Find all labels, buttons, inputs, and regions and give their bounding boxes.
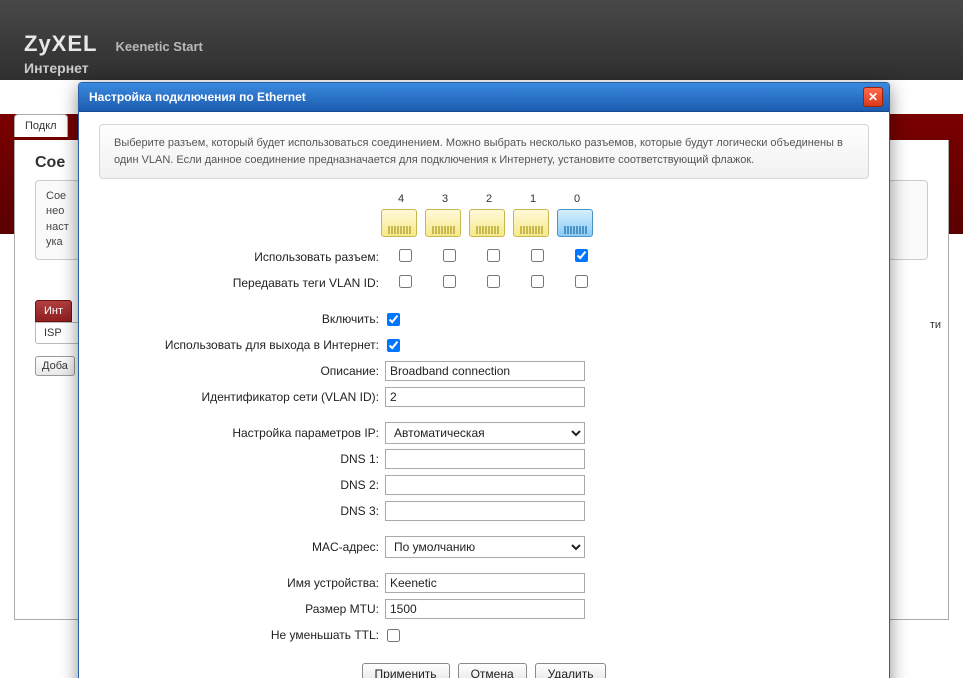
use-port-checkbox-port-0[interactable]	[575, 249, 588, 262]
vlan-tag-checkbox-port-1[interactable]	[531, 275, 544, 288]
bg-add-button[interactable]: Доба	[35, 356, 75, 376]
ethernet-port-icon	[513, 209, 549, 237]
port-4[interactable]: 4	[381, 193, 421, 237]
apply-button[interactable]: Применить	[362, 663, 450, 678]
use-port-checkbox-port-3[interactable]	[443, 249, 456, 262]
ethernet-port-icon	[469, 209, 505, 237]
hint-text: Выберите разъем, который будет использов…	[99, 124, 869, 179]
mtu-label: Размер MTU:	[99, 602, 385, 616]
use-internet-label: Использовать для выхода в Интернет:	[99, 338, 385, 352]
ethernet-config-dialog: Настройка подключения по Ethernet ✕ Выбе…	[78, 82, 890, 678]
port-number-label: 3	[425, 193, 465, 205]
vlan-id-label: Идентификатор сети (VLAN ID):	[99, 390, 385, 404]
port-1[interactable]: 1	[513, 193, 553, 237]
port-number-label: 4	[381, 193, 421, 205]
app-header: ZyXEL Keenetic Start Интернет	[0, 0, 963, 80]
ttl-checkbox[interactable]	[387, 629, 400, 642]
port-3[interactable]: 3	[425, 193, 465, 237]
dns1-label: DNS 1:	[99, 452, 385, 466]
use-port-checkbox-port-4[interactable]	[399, 249, 412, 262]
dns3-input[interactable]	[385, 501, 585, 521]
port-number-label: 1	[513, 193, 553, 205]
port-number-label: 0	[557, 193, 597, 205]
vlan-tag-checkbox-port-2[interactable]	[487, 275, 500, 288]
delete-button[interactable]: Удалить	[535, 663, 607, 678]
ttl-label: Не уменьшать TTL:	[99, 628, 385, 642]
description-label: Описание:	[99, 364, 385, 378]
port-0[interactable]: 0	[557, 193, 597, 237]
section-title: Интернет	[24, 60, 89, 76]
description-input[interactable]	[385, 361, 585, 381]
mac-select[interactable]: По умолчанию	[385, 536, 585, 558]
ethernet-port-icon	[381, 209, 417, 237]
use-port-label: Использовать разъем:	[99, 250, 385, 264]
port-number-label: 2	[469, 193, 509, 205]
vlan-tag-checkbox-port-0[interactable]	[575, 275, 588, 288]
cancel-button[interactable]: Отмена	[458, 663, 527, 678]
ip-config-select[interactable]: Автоматическая	[385, 422, 585, 444]
bg-tab[interactable]: Подкл	[14, 114, 68, 137]
bg-tag: Инт	[35, 300, 72, 322]
vlan-tag-checkbox-port-3[interactable]	[443, 275, 456, 288]
ethernet-port-icon	[557, 209, 593, 237]
mtu-input[interactable]	[385, 599, 585, 619]
bg-edge-text: ти	[930, 319, 941, 331]
vlan-id-input[interactable]	[385, 387, 585, 407]
vlan-tag-label: Передавать теги VLAN ID:	[99, 276, 385, 290]
port-selector-row: 43210	[381, 193, 869, 237]
enable-checkbox[interactable]	[387, 313, 400, 326]
use-internet-checkbox[interactable]	[387, 339, 400, 352]
dialog-title: Настройка подключения по Ethernet	[89, 90, 863, 104]
dialog-titlebar[interactable]: Настройка подключения по Ethernet ✕	[79, 83, 889, 112]
device-name-label: Имя устройства:	[99, 576, 385, 590]
vlan-tag-checkbox-port-4[interactable]	[399, 275, 412, 288]
ethernet-port-icon	[425, 209, 461, 237]
dns3-label: DNS 3:	[99, 504, 385, 518]
dns1-input[interactable]	[385, 449, 585, 469]
model-name: Keenetic Start	[115, 39, 202, 54]
mac-label: MAC-адрес:	[99, 540, 385, 554]
enable-label: Включить:	[99, 312, 385, 326]
brand-logo: ZyXEL	[24, 31, 97, 57]
close-icon[interactable]: ✕	[863, 87, 883, 107]
use-port-checkbox-port-1[interactable]	[531, 249, 544, 262]
dns2-input[interactable]	[385, 475, 585, 495]
ip-config-label: Настройка параметров IP:	[99, 426, 385, 440]
device-name-input[interactable]	[385, 573, 585, 593]
use-port-checkbox-port-2[interactable]	[487, 249, 500, 262]
dns2-label: DNS 2:	[99, 478, 385, 492]
port-2[interactable]: 2	[469, 193, 509, 237]
